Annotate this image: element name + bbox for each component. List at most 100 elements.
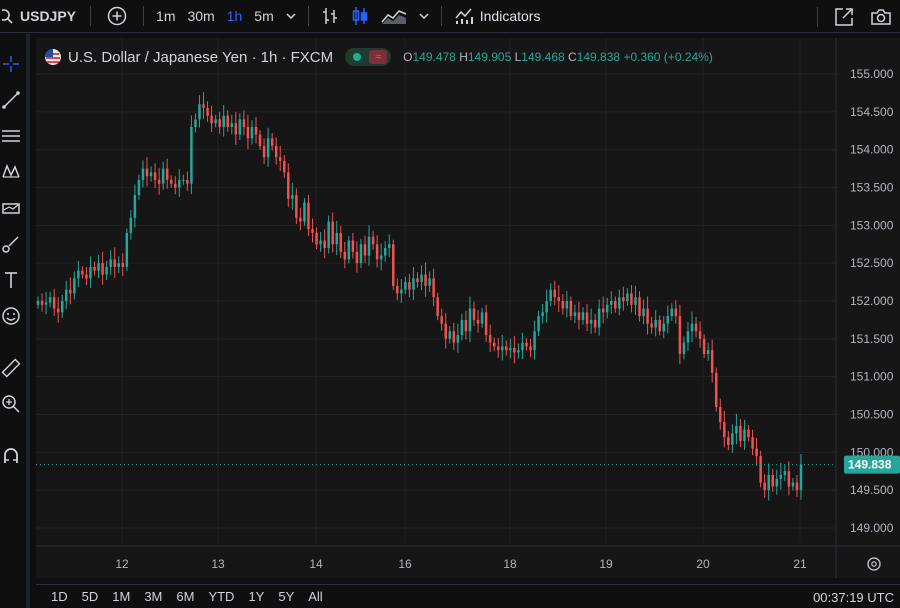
high-key: H bbox=[459, 50, 468, 64]
interval-5m[interactable]: 5m bbox=[248, 0, 279, 33]
area-chart-type-button[interactable] bbox=[375, 0, 413, 33]
text-tool[interactable] bbox=[0, 266, 22, 294]
range-5d[interactable]: 5D bbox=[75, 589, 106, 604]
candle-body bbox=[56, 308, 60, 313]
candle-body bbox=[650, 323, 653, 328]
fib-tool[interactable] bbox=[0, 122, 22, 150]
y-tick-label: 151.500 bbox=[850, 332, 894, 346]
candle-body bbox=[367, 236, 371, 256]
range-all[interactable]: All bbox=[301, 589, 329, 604]
market-status-toggle[interactable]: ≈ bbox=[345, 48, 392, 66]
candle-body bbox=[573, 312, 577, 317]
candle-body bbox=[295, 195, 298, 218]
trendline-tool[interactable] bbox=[0, 86, 22, 114]
range-ytd[interactable]: YTD bbox=[201, 589, 241, 604]
candle-body bbox=[145, 168, 149, 177]
magnet-tool[interactable] bbox=[0, 442, 22, 470]
bars-icon bbox=[322, 8, 337, 24]
candle bbox=[646, 296, 649, 335]
candle bbox=[165, 158, 169, 189]
candle bbox=[444, 313, 447, 349]
candle bbox=[759, 450, 762, 488]
bar-chart-type-button[interactable] bbox=[315, 0, 345, 33]
candle-body bbox=[452, 331, 456, 343]
candle-body bbox=[614, 301, 617, 309]
candle bbox=[682, 336, 686, 360]
candle-body bbox=[783, 471, 787, 476]
candle bbox=[650, 316, 653, 334]
compare-symbol-button[interactable] bbox=[97, 0, 137, 33]
crosshair-tool[interactable] bbox=[0, 50, 22, 78]
candle-body bbox=[496, 346, 500, 351]
x-tick-label: 16 bbox=[398, 557, 412, 571]
candles-chart-type-button[interactable] bbox=[345, 0, 375, 33]
candle bbox=[634, 285, 637, 315]
interval-30m[interactable]: 30m bbox=[181, 0, 220, 33]
candle-body bbox=[323, 240, 326, 249]
candle bbox=[202, 92, 205, 119]
interval-dropdown[interactable] bbox=[280, 0, 302, 33]
candle bbox=[533, 320, 536, 360]
snapshot-button[interactable] bbox=[864, 0, 900, 33]
brush-icon bbox=[2, 236, 19, 253]
candle-body bbox=[501, 346, 504, 351]
candle bbox=[509, 338, 512, 359]
candle bbox=[565, 291, 569, 318]
y-tick-label: 152.000 bbox=[850, 294, 894, 308]
projection-tool[interactable] bbox=[0, 194, 22, 222]
candle-body bbox=[383, 248, 387, 256]
utc-clock[interactable]: 00:37:19 UTC bbox=[813, 590, 894, 605]
candle bbox=[480, 307, 484, 328]
candle bbox=[311, 218, 314, 243]
candle bbox=[303, 198, 306, 226]
range-6m[interactable]: 6M bbox=[169, 589, 201, 604]
toolbar-divider bbox=[90, 6, 92, 26]
low-value: 149.468 bbox=[521, 50, 565, 64]
candle bbox=[396, 278, 399, 301]
range-1d[interactable]: 1D bbox=[44, 589, 75, 604]
zoom-tool[interactable] bbox=[0, 390, 22, 418]
popout-button[interactable] bbox=[824, 0, 864, 33]
brush-tool[interactable] bbox=[0, 230, 22, 258]
candle bbox=[412, 266, 415, 300]
candle-body bbox=[682, 342, 686, 354]
price-chart[interactable]: 149.000149.500150.000150.500151.000151.5… bbox=[36, 38, 900, 578]
candle-body bbox=[262, 145, 266, 158]
candle bbox=[287, 163, 290, 208]
settings-gear-icon[interactable] bbox=[867, 557, 881, 571]
projection-icon bbox=[2, 203, 20, 214]
candle bbox=[52, 288, 56, 317]
emoji-tool[interactable] bbox=[0, 302, 22, 330]
candle-body bbox=[283, 161, 286, 173]
candle bbox=[541, 304, 544, 324]
ruler-tool[interactable] bbox=[0, 354, 22, 382]
candle bbox=[727, 431, 730, 451]
indicators-button[interactable]: Indicators bbox=[448, 0, 547, 33]
candle-body bbox=[541, 312, 544, 317]
candle-body bbox=[400, 289, 403, 294]
candle bbox=[40, 293, 44, 312]
candle-body bbox=[589, 319, 593, 324]
range-5y[interactable]: 5Y bbox=[271, 589, 301, 604]
candle bbox=[791, 478, 795, 491]
candle bbox=[719, 398, 722, 430]
candle bbox=[545, 289, 548, 323]
range-1y[interactable]: 1Y bbox=[241, 589, 271, 604]
range-3m[interactable]: 3M bbox=[137, 589, 169, 604]
interval-1m[interactable]: 1m bbox=[150, 0, 181, 33]
chart-type-dropdown[interactable] bbox=[413, 0, 435, 33]
chart-pane[interactable]: 149.000 149.500 150.000 150.500 151.000 151.5… bbox=[36, 38, 900, 578]
candle-body bbox=[113, 259, 116, 267]
interval-1h[interactable]: 1h bbox=[221, 0, 249, 33]
candle-body bbox=[787, 471, 791, 487]
candle bbox=[690, 311, 694, 343]
candle bbox=[525, 338, 528, 351]
range-1m[interactable]: 1M bbox=[105, 589, 137, 604]
pattern-tool[interactable] bbox=[0, 158, 22, 186]
symbol-search-button[interactable]: USDJPY bbox=[0, 0, 84, 33]
candle-body bbox=[488, 335, 492, 343]
x-tick-label: 12 bbox=[115, 557, 129, 571]
candle bbox=[379, 243, 383, 271]
candle bbox=[428, 271, 431, 292]
y-tick-label: 151.000 bbox=[850, 370, 894, 384]
